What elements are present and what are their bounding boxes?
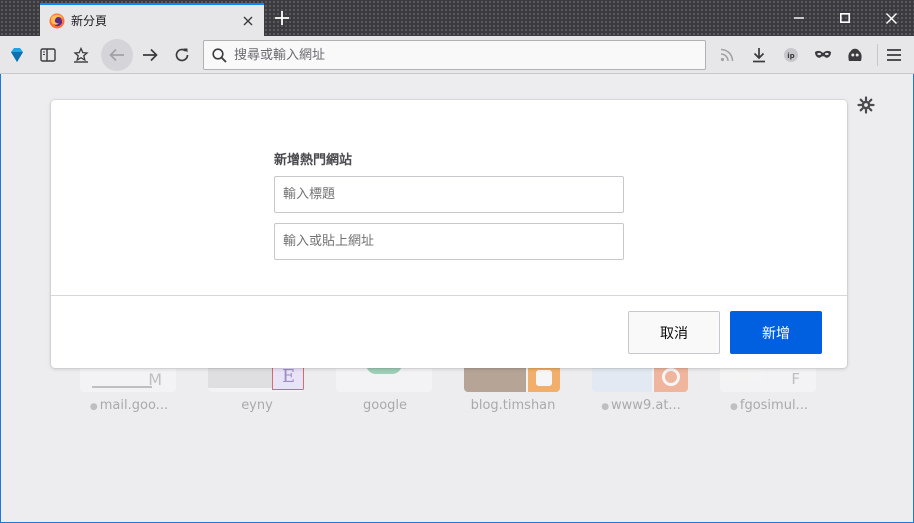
tile-label: ● www9.at... xyxy=(601,398,681,413)
pin-icon: ● xyxy=(89,402,98,412)
tab-new-tab[interactable]: 新分頁 xyxy=(40,3,264,36)
bookmarks-button[interactable] xyxy=(65,39,97,71)
svg-text:ip: ip xyxy=(787,52,794,60)
sidebar-button[interactable] xyxy=(32,39,64,71)
gear-icon xyxy=(857,96,875,114)
dialog-divider xyxy=(51,295,847,296)
vpn-button[interactable] xyxy=(1,39,33,71)
extension-badge-icon: ip xyxy=(784,48,798,62)
tile-label: eyny xyxy=(241,398,273,413)
tile-label: ● fgosimul... xyxy=(730,398,808,413)
extension-button[interactable]: ip xyxy=(775,39,807,71)
tile-label: google xyxy=(362,398,408,413)
reload-button[interactable] xyxy=(166,39,198,71)
menu-button[interactable] xyxy=(878,39,910,71)
pin-icon: ● xyxy=(601,402,610,412)
maximize-button[interactable] xyxy=(822,0,868,36)
rss-icon xyxy=(720,48,734,62)
plus-icon xyxy=(275,11,289,25)
back-button[interactable] xyxy=(101,39,133,71)
tab-title: 新分頁 xyxy=(71,14,108,28)
page-settings-button[interactable] xyxy=(856,95,876,115)
private-mask-button[interactable] xyxy=(807,39,839,71)
add-top-site-dialog: 新增熱門網站 取消 新增 xyxy=(51,100,847,368)
vertical-scrollbar[interactable] xyxy=(896,75,913,522)
window-border-left xyxy=(0,74,1,523)
star-list-icon xyxy=(73,47,89,63)
download-icon xyxy=(753,48,765,63)
tracker-icon xyxy=(848,48,862,61)
pin-icon: ● xyxy=(730,402,738,412)
site-title-input[interactable] xyxy=(274,176,624,213)
add-button[interactable]: 新增 xyxy=(730,311,822,354)
url-input[interactable] xyxy=(234,42,705,68)
arrow-right-icon xyxy=(143,48,158,62)
address-bar[interactable] xyxy=(203,40,706,70)
tile-label: blog.timshan xyxy=(470,398,556,413)
forward-button[interactable] xyxy=(134,39,166,71)
firefox-icon xyxy=(49,13,65,29)
maximize-icon xyxy=(840,13,850,23)
mask-icon xyxy=(815,50,831,58)
minimize-button[interactable] xyxy=(776,0,822,36)
gem-icon xyxy=(11,48,23,62)
new-tab-button[interactable] xyxy=(267,3,297,33)
tile-label: ● mail.goo... xyxy=(89,398,169,413)
site-url-input[interactable] xyxy=(274,223,624,260)
search-icon xyxy=(204,41,234,69)
rss-button[interactable] xyxy=(711,39,743,71)
tab-close-icon[interactable] xyxy=(235,8,261,34)
close-icon xyxy=(885,12,897,24)
minimize-icon xyxy=(794,17,804,19)
cancel-button[interactable]: 取消 xyxy=(628,311,720,354)
arrow-left-icon xyxy=(109,48,124,62)
title-bar: 新分頁 xyxy=(0,0,914,36)
sidebar-icon xyxy=(40,48,56,62)
dialog-title: 新增熱門網站 xyxy=(274,153,353,168)
downloads-button[interactable] xyxy=(743,39,775,71)
hamburger-menu-icon xyxy=(887,49,901,61)
close-window-button[interactable] xyxy=(868,0,914,36)
reload-icon xyxy=(175,48,189,62)
addon-button[interactable] xyxy=(839,39,871,71)
nav-toolbar: ip xyxy=(0,36,914,74)
